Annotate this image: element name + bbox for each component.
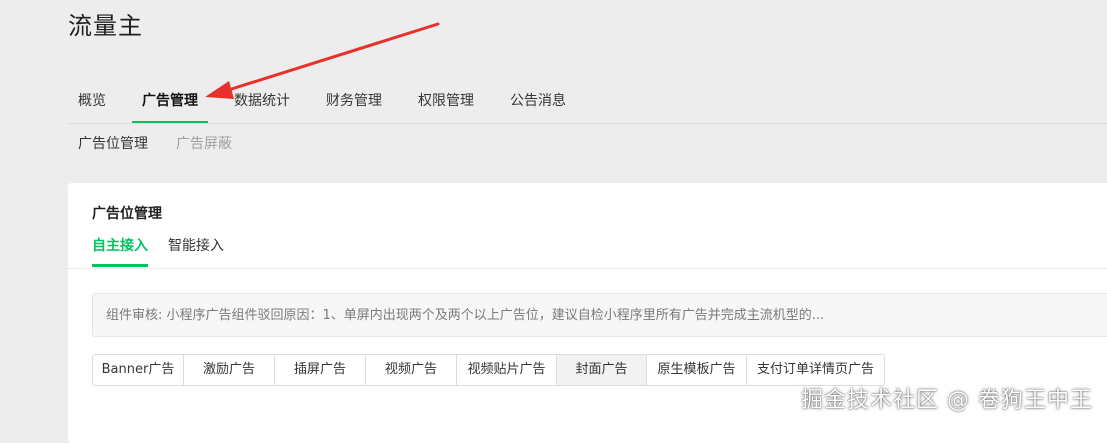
sub-nav: 广告位管理 广告屏蔽 [78,134,260,154]
tab-self-access[interactable]: 自主接入 [92,233,148,267]
ad-type-rewarded[interactable]: 激励广告 [184,355,275,385]
ad-type-video-patch[interactable]: 视频贴片广告 [457,355,557,385]
tab-overview[interactable]: 概览 [68,78,116,124]
ad-type-cover[interactable]: 封面广告 [557,355,647,385]
sub-nav-ad-blocking[interactable]: 广告屏蔽 [176,134,232,154]
review-notice: 组件审核: 小程序广告组件驳回原因：1、单屏内出现两个及两个以上广告位，建议自检… [92,293,1107,337]
ad-type-native-template[interactable]: 原生模板广告 [647,355,747,385]
app-title: 流量主 [68,12,143,40]
tab-ad-management[interactable]: 广告管理 [132,78,208,124]
tab-smart-access[interactable]: 智能接入 [168,233,224,267]
card-title: 广告位管理 [92,206,162,222]
sub-nav-ad-slot-management[interactable]: 广告位管理 [78,134,148,154]
card-divider [68,268,1107,269]
ad-type-tabs: Banner广告 激励广告 插屏广告 视频广告 视频贴片广告 封面广告 原生模板… [92,354,885,386]
ad-type-banner[interactable]: Banner广告 [93,355,184,385]
tab-permission-management[interactable]: 权限管理 [408,78,484,124]
ad-type-interstitial[interactable]: 插屏广告 [275,355,366,385]
tab-announcements[interactable]: 公告消息 [500,78,576,124]
watermark: 掘金技术社区 @ 卷狗王中王 [801,388,1093,413]
ad-type-payment-order-detail[interactable]: 支付订单详情页广告 [747,355,884,385]
nav-divider [68,123,1107,124]
tab-finance-management[interactable]: 财务管理 [316,78,392,124]
top-nav: 概览 广告管理 数据统计 财务管理 权限管理 公告消息 [68,78,592,124]
tab-data-statistics[interactable]: 数据统计 [224,78,300,124]
access-tabs: 自主接入 智能接入 [92,233,244,267]
ad-type-video[interactable]: 视频广告 [366,355,457,385]
